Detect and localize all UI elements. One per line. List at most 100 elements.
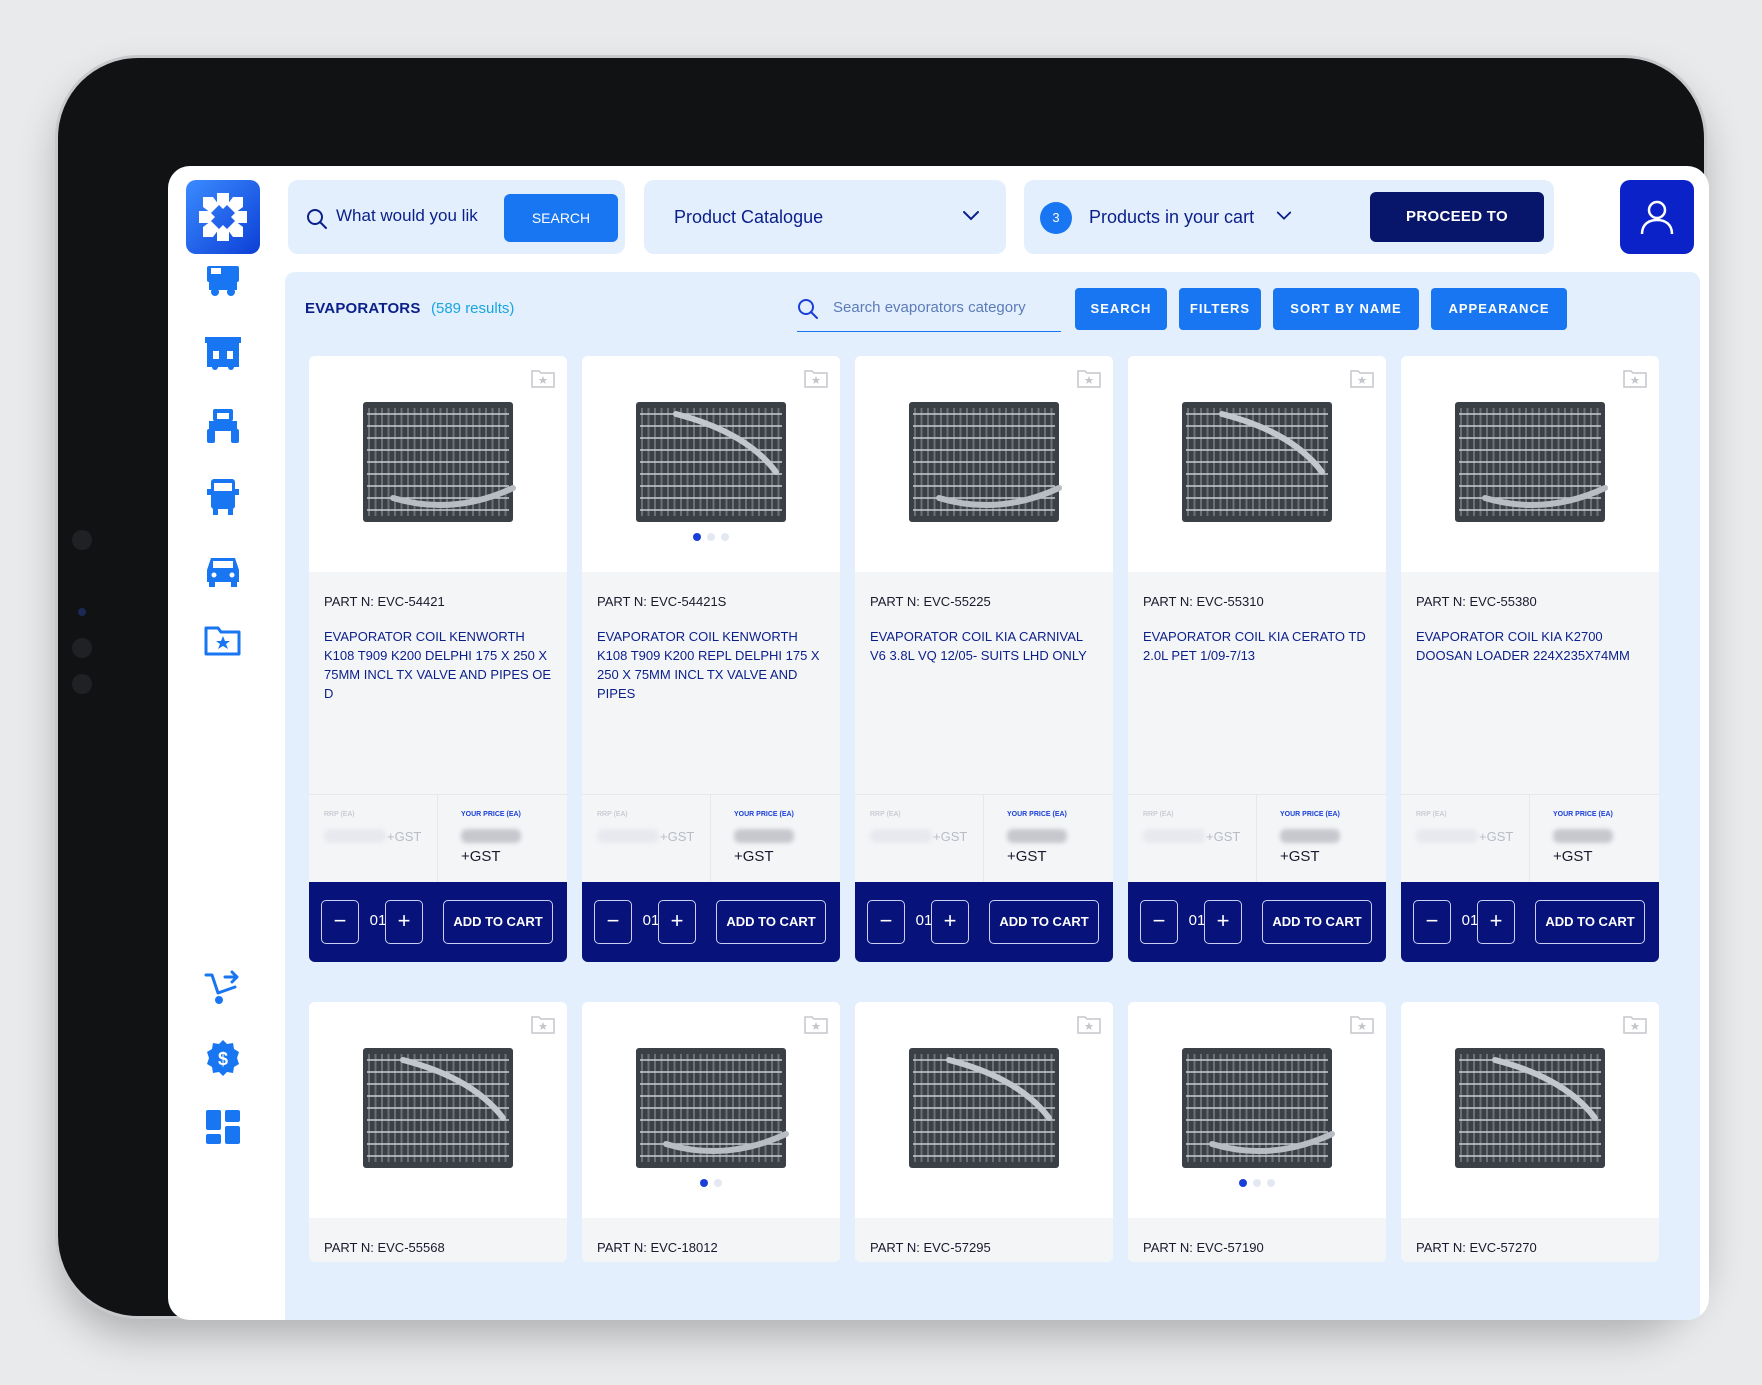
dashboard-icon[interactable]	[202, 1106, 244, 1148]
camera-dot	[72, 674, 92, 694]
price-block: RRP (EA) +GST YOUR PRICE (EA) +GST	[855, 794, 1113, 883]
carousel-dot[interactable]	[700, 1179, 708, 1187]
appearance-button[interactable]: APPEARANCE	[1431, 288, 1567, 330]
add-to-favourites-icon[interactable]	[1077, 1014, 1101, 1034]
product-image-area	[1128, 1002, 1386, 1218]
quantity-decrease-button[interactable]: −	[594, 900, 632, 944]
brand-logo[interactable]	[186, 180, 260, 254]
account-button[interactable]	[1620, 180, 1694, 254]
cart-transfer-icon[interactable]	[202, 966, 244, 1008]
rrp-gst: +GST	[660, 829, 695, 844]
quantity-increase-button[interactable]: +	[385, 900, 423, 944]
product-image[interactable]	[343, 1028, 533, 1188]
quantity-decrease-button[interactable]: −	[1413, 900, 1451, 944]
add-to-favourites-icon[interactable]	[1623, 1014, 1647, 1034]
add-to-favourites-icon[interactable]	[1350, 368, 1374, 388]
category-search-input[interactable]	[833, 299, 1053, 316]
product-info: PART N: EVC-57295EVAPORATOR COIL KOMATSU…	[855, 1218, 1113, 1262]
cart-label[interactable]: Products in your cart	[1089, 207, 1254, 228]
your-price-label: YOUR PRICE (EA)	[1007, 811, 1067, 818]
part-number: PART N: EVC-18012	[597, 1240, 718, 1255]
results-count: (589 results)	[431, 300, 515, 317]
add-to-favourites-icon[interactable]	[531, 1014, 555, 1034]
add-to-cart-button[interactable]: ADD TO CART	[1262, 900, 1372, 944]
product-image[interactable]	[1435, 382, 1625, 542]
add-to-favourites-icon[interactable]	[1350, 1014, 1374, 1034]
tractor-icon[interactable]	[202, 404, 244, 446]
product-image[interactable]	[889, 1028, 1079, 1188]
product-image[interactable]	[616, 1028, 806, 1188]
carousel-dot[interactable]	[693, 533, 701, 541]
image-carousel-dots[interactable]	[582, 528, 840, 546]
carousel-dot[interactable]	[1267, 1179, 1275, 1187]
product-description[interactable]: EVAPORATOR COIL KENWORTH K108 T909 K200 …	[597, 627, 829, 703]
product-card: PART N: EVC-55568EVAPORATOR COIL KIA SPO…	[309, 1002, 567, 1262]
product-image-area	[309, 1002, 567, 1218]
brand-logo-icon	[199, 193, 247, 241]
your-price-label: YOUR PRICE (EA)	[734, 811, 794, 818]
quantity-decrease-button[interactable]: −	[321, 900, 359, 944]
category-search-button[interactable]: SEARCH	[1075, 288, 1167, 330]
image-carousel-dots[interactable]	[1128, 1174, 1386, 1192]
add-to-cart-button[interactable]: ADD TO CART	[716, 900, 826, 944]
carousel-dot[interactable]	[707, 533, 715, 541]
quantity-increase-button[interactable]: +	[931, 900, 969, 944]
add-to-favourites-icon[interactable]	[531, 368, 555, 388]
sensor-dot	[78, 608, 86, 616]
your-price-value-redacted	[1280, 829, 1340, 843]
sort-by-name-button[interactable]: SORT BY NAME	[1273, 288, 1419, 330]
product-card: PART N: EVC-57295EVAPORATOR COIL KOMATSU…	[855, 1002, 1113, 1262]
product-image-area	[582, 356, 840, 572]
part-number: PART N: EVC-55568	[324, 1240, 445, 1255]
dump-truck-icon[interactable]	[202, 259, 244, 301]
global-search-button[interactable]: SEARCH	[504, 194, 618, 242]
product-image[interactable]	[616, 382, 806, 542]
rrp-label: RRP (EA)	[1143, 811, 1174, 818]
your-price-value-redacted	[1553, 829, 1613, 843]
product-image[interactable]	[889, 382, 1079, 542]
quantity-increase-button[interactable]: +	[1477, 900, 1515, 944]
rrp-label: RRP (EA)	[1416, 811, 1447, 818]
category-title: EVAPORATORS	[305, 300, 421, 317]
product-image[interactable]	[1162, 382, 1352, 542]
product-description[interactable]: EVAPORATOR COIL KENWORTH K108 T909 K200 …	[324, 627, 556, 703]
add-to-favourites-icon[interactable]	[1077, 368, 1101, 388]
proceed-to-checkout-button[interactable]: PROCEED TO CHECKOUT	[1370, 192, 1544, 275]
product-card: PART N: EVC-57270EVAPORATOR COIL KOMATSU…	[1401, 1002, 1659, 1262]
warehouse-icon[interactable]	[202, 332, 244, 374]
truck-icon[interactable]	[202, 476, 244, 518]
quantity-decrease-button[interactable]: −	[867, 900, 905, 944]
add-to-cart-bar: −01 + ADD TO CART	[582, 882, 840, 962]
add-to-favourites-icon[interactable]	[1623, 368, 1647, 388]
quantity-increase-button[interactable]: +	[658, 900, 696, 944]
chevron-down-icon[interactable]	[1276, 210, 1292, 222]
product-info: PART N: EVC-57190EVAPORATOR COIL KOMATSU…	[1128, 1218, 1386, 1262]
carousel-dot[interactable]	[1239, 1179, 1247, 1187]
product-image[interactable]	[1435, 1028, 1625, 1188]
carousel-dot[interactable]	[714, 1179, 722, 1187]
car-icon[interactable]	[202, 549, 244, 591]
add-to-cart-button[interactable]: ADD TO CART	[1535, 900, 1645, 944]
pricing-badge-icon[interactable]: $	[202, 1037, 244, 1079]
add-to-cart-button[interactable]: ADD TO CART	[443, 900, 553, 944]
add-to-favourites-icon[interactable]	[804, 1014, 828, 1034]
your-price-label: YOUR PRICE (EA)	[1280, 811, 1340, 818]
product-description[interactable]: EVAPORATOR COIL KIA CARNIVAL V6 3.8L VQ …	[870, 627, 1102, 665]
image-carousel-dots[interactable]	[582, 1174, 840, 1192]
quantity-decrease-button[interactable]: −	[1140, 900, 1178, 944]
product-image[interactable]	[1162, 1028, 1352, 1188]
product-catalogue-dropdown[interactable]: Product Catalogue	[644, 180, 1006, 254]
global-search-input[interactable]	[336, 206, 486, 226]
quantity-increase-button[interactable]: +	[1204, 900, 1242, 944]
add-to-cart-button[interactable]: ADD TO CART	[989, 900, 1099, 944]
carousel-dot[interactable]	[721, 533, 729, 541]
product-description[interactable]: EVAPORATOR COIL KIA CERATO TD 2.0L PET 1…	[1143, 627, 1375, 665]
add-to-favourites-icon[interactable]	[804, 368, 828, 388]
product-image[interactable]	[343, 382, 533, 542]
product-description[interactable]: EVAPORATOR COIL KIA K2700 DOOSAN LOADER …	[1416, 627, 1648, 665]
favourites-folder-icon[interactable]	[202, 619, 244, 661]
your-price-gst: +GST	[734, 848, 774, 865]
filters-button[interactable]: FILTERS	[1179, 288, 1261, 330]
add-to-cart-bar: −01 + ADD TO CART	[1128, 882, 1386, 962]
carousel-dot[interactable]	[1253, 1179, 1261, 1187]
